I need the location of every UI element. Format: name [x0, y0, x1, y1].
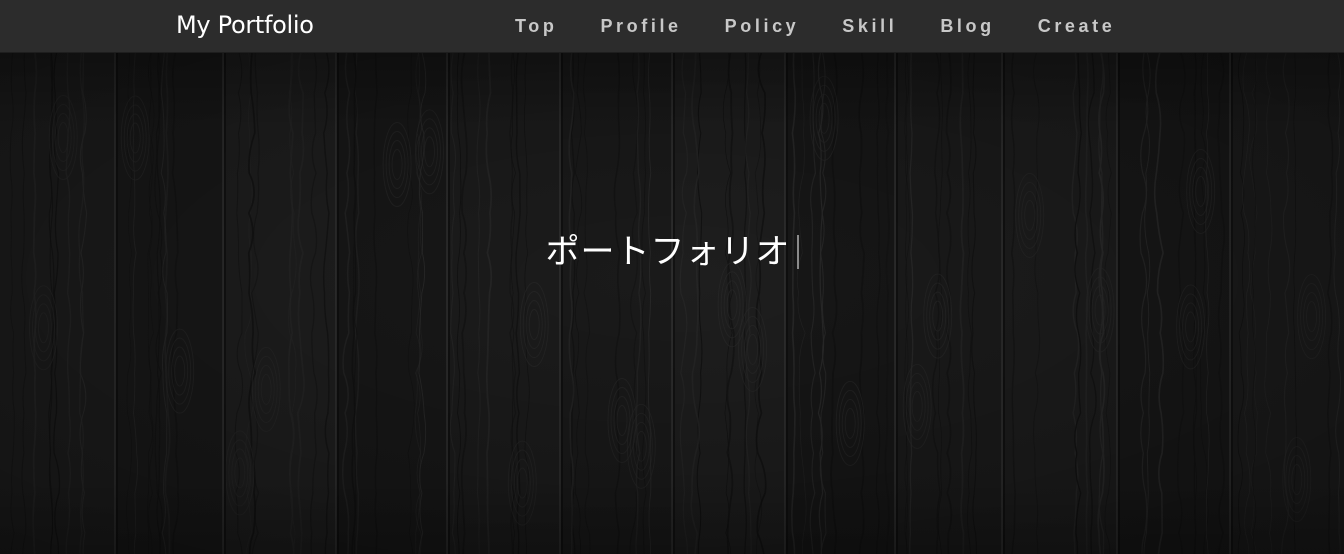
nav-item-top: Top — [515, 15, 557, 37]
hero-title: ポートフォリオ — [0, 230, 1344, 274]
nav-link-policy[interactable]: Policy — [725, 15, 800, 37]
hero-section: ポートフォリオ — [0, 53, 1344, 554]
nav-link-top[interactable]: Top — [515, 15, 557, 37]
nav-item-skill: Skill — [842, 15, 897, 37]
nav-item-profile: Profile — [600, 15, 681, 37]
page: My Portfolio Top Profile Policy Skill Bl… — [0, 0, 1344, 554]
nav-link-blog[interactable]: Blog — [940, 15, 994, 37]
nav-link-create[interactable]: Create — [1038, 15, 1116, 37]
nav-item-blog: Blog — [940, 15, 994, 37]
nav-menu: Top Profile Policy Skill Blog Create — [515, 15, 1115, 37]
wood-plank-background — [0, 53, 1344, 554]
nav-item-create: Create — [1038, 15, 1116, 37]
top-navbar: My Portfolio Top Profile Policy Skill Bl… — [0, 0, 1344, 53]
nav-item-policy: Policy — [725, 15, 800, 37]
typing-cursor — [796, 235, 799, 269]
brand-link[interactable]: My Portfolio — [176, 10, 314, 40]
hero-title-text: ポートフォリオ — [545, 232, 791, 272]
nav-link-skill[interactable]: Skill — [842, 15, 897, 37]
nav-link-profile[interactable]: Profile — [600, 15, 681, 37]
